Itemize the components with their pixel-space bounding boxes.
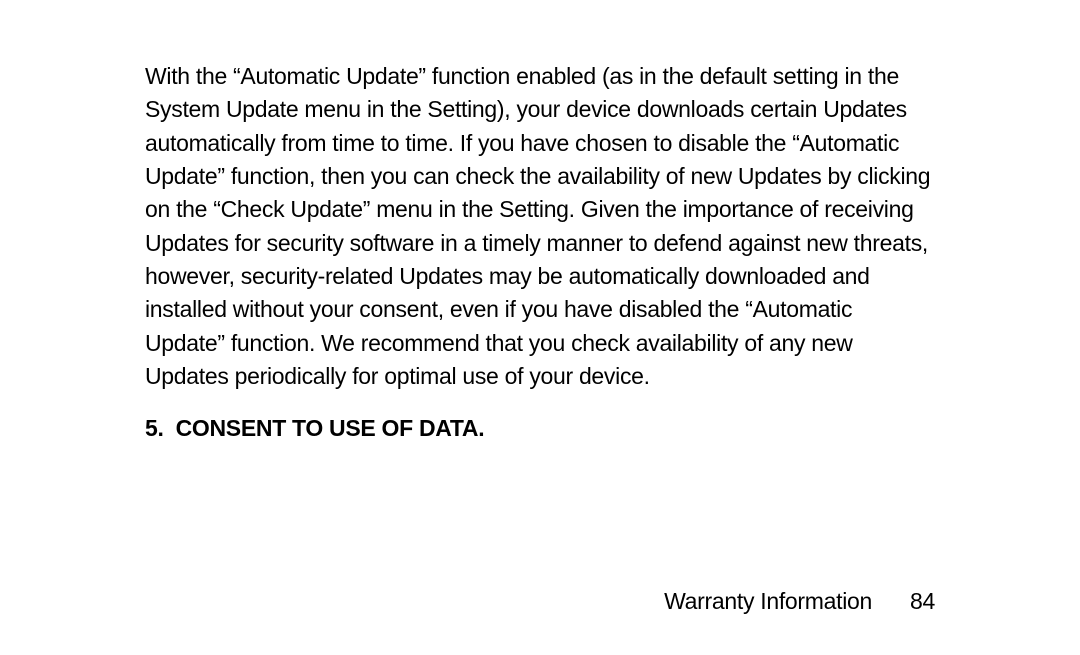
body-paragraph: With the “Automatic Update” function ena… — [145, 60, 935, 393]
section-title-suffix: . — [478, 415, 484, 442]
section-number: 5. — [145, 415, 164, 442]
page-footer: Warranty Information 84 — [664, 588, 935, 615]
section-title: CONSENT TO USE OF DATA — [176, 415, 479, 442]
footer-page-number: 84 — [910, 588, 935, 615]
page-content: With the “Automatic Update” function ena… — [0, 0, 1080, 442]
footer-label: Warranty Information — [664, 588, 872, 615]
section-heading: 5. CONSENT TO USE OF DATA. — [145, 415, 935, 442]
